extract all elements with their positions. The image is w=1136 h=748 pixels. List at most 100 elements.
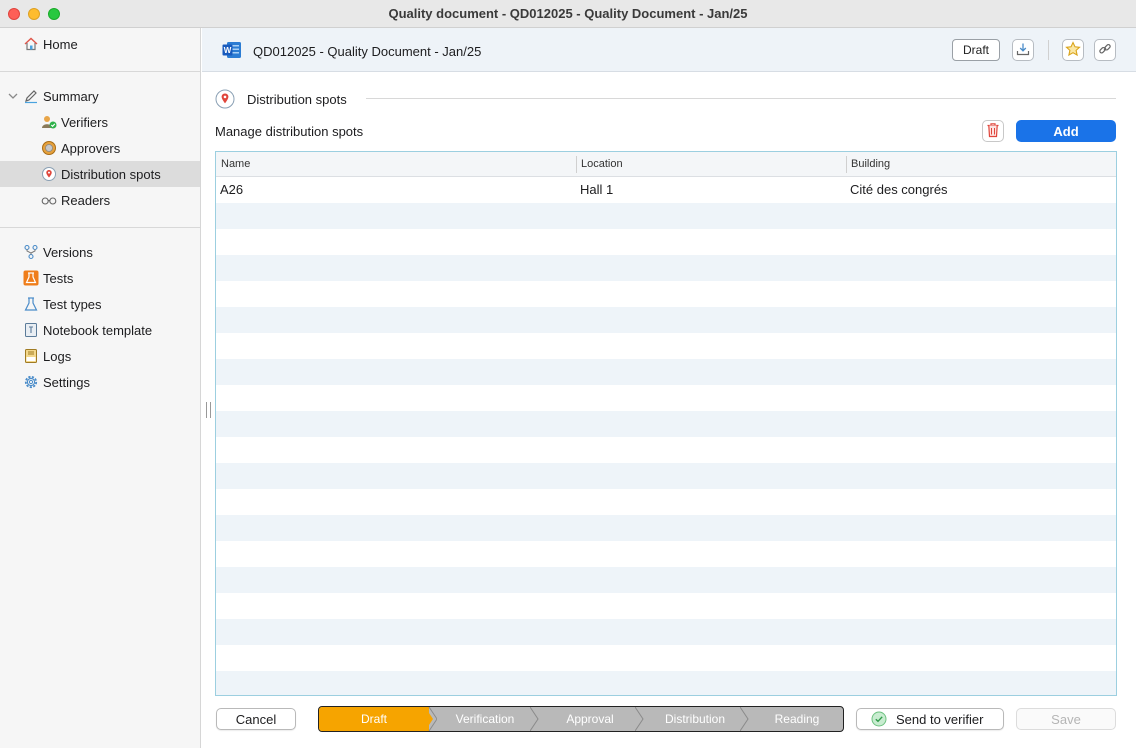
table-row-empty <box>216 203 1116 229</box>
send-to-verifier-label: Send to verifier <box>896 711 984 727</box>
glasses-icon <box>41 192 57 208</box>
cell-location: Hall 1 <box>580 182 614 197</box>
workflow-progress: Draft Verification Approval Distribution… <box>318 706 844 732</box>
table-row-empty <box>216 489 1116 515</box>
column-header-location[interactable]: Location <box>576 152 846 177</box>
column-header-name[interactable]: Name <box>216 152 576 177</box>
sidebar-item-settings[interactable]: Settings <box>0 369 200 395</box>
send-to-verifier-button[interactable]: Send to verifier <box>856 708 1004 730</box>
approver-seal-icon <box>41 140 57 156</box>
sidebar-item-label: Approvers <box>61 140 121 156</box>
table-row-empty <box>216 541 1116 567</box>
workflow-step-label: Reading <box>774 712 820 726</box>
svg-text:W: W <box>224 46 232 55</box>
delete-button[interactable] <box>982 120 1004 142</box>
flask-icon <box>23 270 39 286</box>
column-header-building[interactable]: Building <box>846 152 1116 177</box>
sidebar-item-label: Summary <box>43 88 99 104</box>
section-title: Distribution spots <box>247 92 347 107</box>
sidebar-item-label: Verifiers <box>61 114 108 130</box>
sidebar-item-label: Test types <box>43 296 102 312</box>
location-pin-icon <box>41 166 57 182</box>
sidebar-item-test-types[interactable]: Test types <box>0 291 200 317</box>
sidebar-item-label: Distribution spots <box>61 166 161 182</box>
sidebar: Home Summary Verifiers Approvers Distrib… <box>0 28 201 748</box>
table-row-empty <box>216 411 1116 437</box>
sidebar-item-tests[interactable]: Tests <box>0 265 200 291</box>
cell-building: Cité des congrés <box>850 182 948 197</box>
sidebar-item-verifiers[interactable]: Verifiers <box>0 109 200 135</box>
flask-outline-icon <box>23 296 39 312</box>
window-title: Quality document - QD012025 - Quality Do… <box>388 6 748 21</box>
workflow-step-label: Approval <box>566 712 614 726</box>
sidebar-item-distribution-spots[interactable]: Distribution spots <box>0 161 200 187</box>
sidebar-item-readers[interactable]: Readers <box>0 187 200 213</box>
sidebar-item-label: Settings <box>43 374 90 390</box>
notebook-icon <box>23 322 39 338</box>
sidebar-item-logs[interactable]: Logs <box>0 343 200 369</box>
sidebar-item-label: Notebook template <box>43 322 153 338</box>
word-document-icon: W <box>222 41 242 62</box>
document-title: QD012025 - Quality Document - Jan/25 <box>253 44 482 59</box>
workflow-step-distribution: Distribution <box>645 707 745 731</box>
copy-link-button[interactable] <box>1094 39 1116 61</box>
table-row[interactable]: A26 Hall 1 Cité des congrés <box>216 177 1116 203</box>
cancel-button[interactable]: Cancel <box>216 708 296 730</box>
download-icon <box>1016 42 1030 59</box>
table-row-empty <box>216 359 1116 385</box>
versions-branch-icon <box>23 244 39 260</box>
sidebar-divider <box>0 227 200 228</box>
table-row-empty <box>216 619 1116 645</box>
cell-name: A26 <box>220 182 244 197</box>
logs-icon <box>23 348 39 364</box>
workflow-step-label: Distribution <box>664 712 726 726</box>
sidebar-item-versions[interactable]: Versions <box>0 239 200 265</box>
workflow-step-draft: Draft <box>319 707 429 731</box>
header-divider <box>1048 40 1049 60</box>
document-header: W QD012025 - Quality Document - Jan/25 D… <box>202 28 1136 72</box>
distribution-spots-table: Name Location Building A26 Hall 1 Cité des… <box>215 151 1117 696</box>
workflow-step-reading: Reading <box>750 707 843 731</box>
sidebar-item-label: Versions <box>43 244 93 260</box>
sidebar-item-label: Logs <box>43 348 72 364</box>
workflow-step-label: Verification <box>455 712 515 726</box>
section-subtitle: Manage distribution spots <box>215 124 364 139</box>
table-row-empty <box>216 645 1116 671</box>
workflow-step-verification: Verification <box>435 707 535 731</box>
sidebar-item-home[interactable]: Home <box>0 31 200 57</box>
table-header: Name Location Building <box>216 152 1116 177</box>
table-row-empty <box>216 255 1116 281</box>
gear-icon <box>23 374 39 390</box>
table-row-empty <box>216 593 1116 619</box>
status-badge: Draft <box>952 39 1000 61</box>
table-row-empty <box>216 307 1116 333</box>
download-button[interactable] <box>1012 39 1034 61</box>
app-window: Quality document - QD012025 - Quality Do… <box>0 0 1136 748</box>
sidebar-item-label: Home <box>43 36 78 52</box>
sidebar-item-summary[interactable]: Summary <box>0 83 200 109</box>
pencil-icon <box>23 88 39 104</box>
check-circle-icon <box>871 711 887 727</box>
workflow-step-approval: Approval <box>540 707 640 731</box>
home-icon <box>23 36 39 52</box>
sidebar-divider <box>0 71 200 72</box>
table-row-empty <box>216 281 1116 307</box>
table-row-empty <box>216 333 1116 359</box>
link-icon <box>1098 42 1112 59</box>
chevron-down-icon[interactable] <box>7 90 19 102</box>
table-row-empty <box>216 229 1116 255</box>
section-divider <box>366 98 1116 99</box>
table-row-empty <box>216 437 1116 463</box>
trash-icon <box>986 122 1000 141</box>
table-row-empty <box>216 463 1116 489</box>
sidebar-item-label: Readers <box>61 192 111 208</box>
add-button[interactable]: Add <box>1016 120 1116 142</box>
table-row-empty <box>216 567 1116 593</box>
sidebar-item-notebook-template[interactable]: Notebook template <box>0 317 200 343</box>
sidebar-item-approvers[interactable]: Approvers <box>0 135 200 161</box>
workflow-step-label: Draft <box>360 712 387 726</box>
sidebar-resize-handle[interactable] <box>206 402 211 418</box>
favorite-button[interactable] <box>1062 39 1084 61</box>
save-button[interactable]: Save <box>1016 708 1116 730</box>
table-row-empty <box>216 385 1116 411</box>
